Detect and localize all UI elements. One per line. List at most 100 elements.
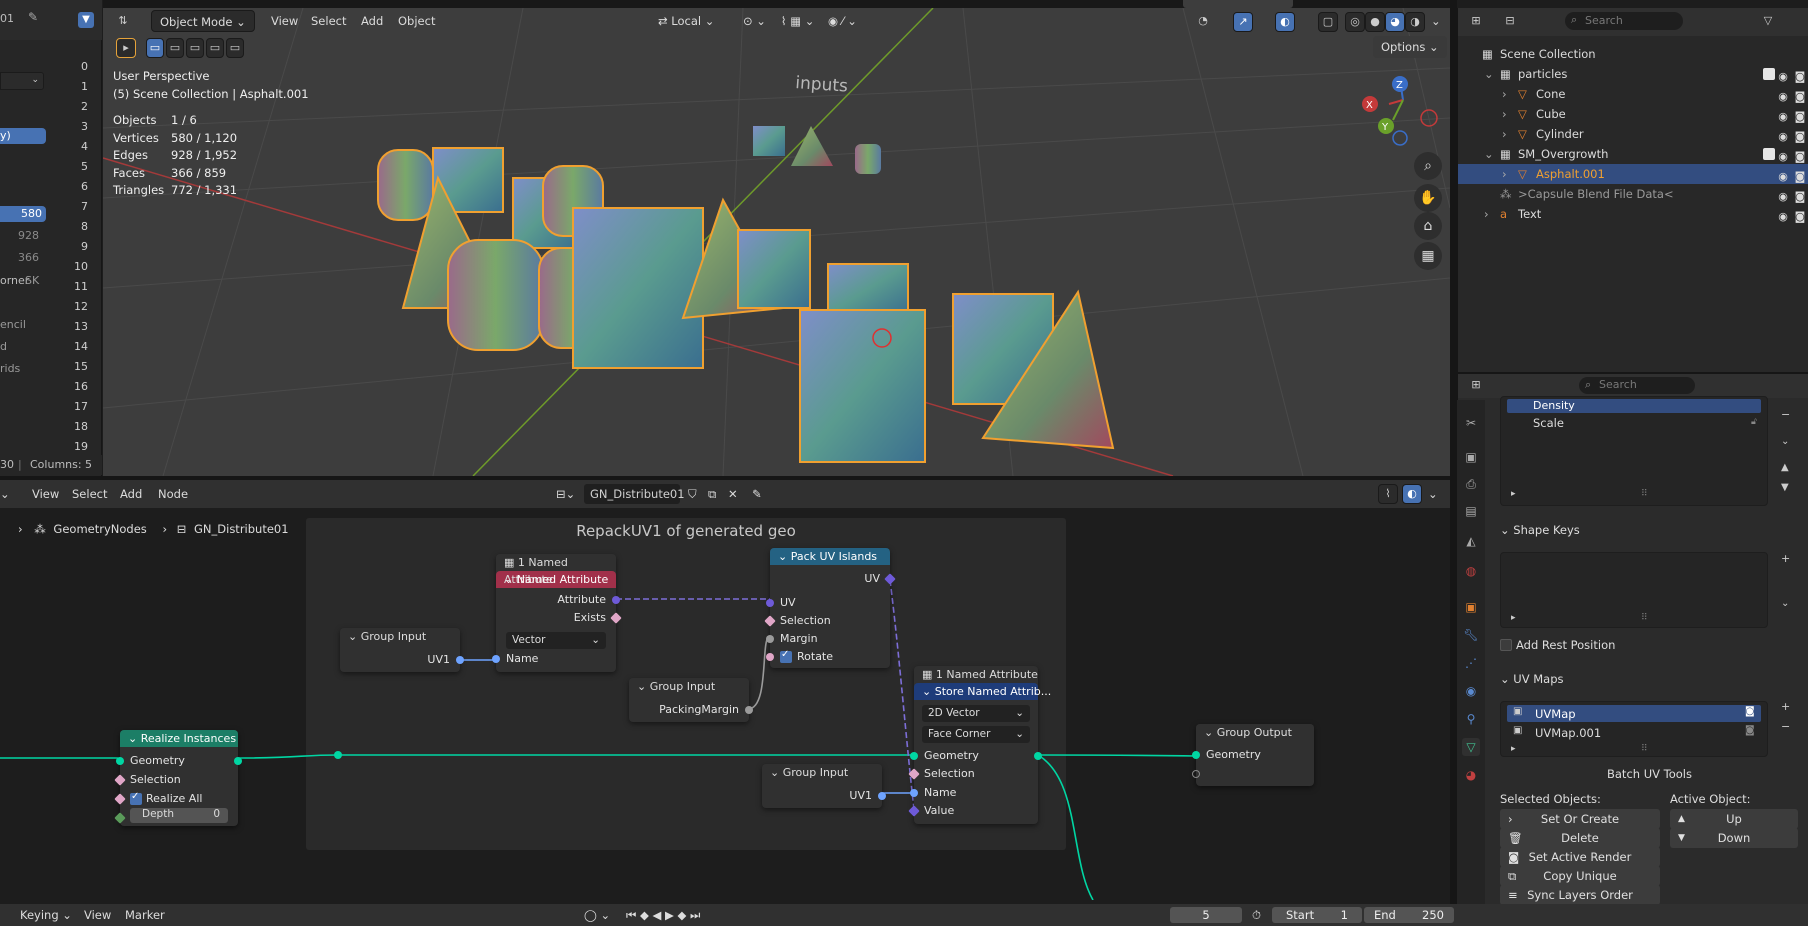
world-tab-icon[interactable]: ◍ — [1462, 562, 1480, 580]
material-shading-icon[interactable]: ◕ — [1385, 12, 1405, 32]
group-output-node[interactable]: ⌄ Group Output Geometry — [1192, 724, 1314, 786]
vg-menu-icon[interactable]: ⌄ — [1781, 436, 1789, 447]
scene-tab-icon[interactable]: ◭ — [1462, 532, 1480, 550]
expand-icon[interactable]: ▸ — [1511, 489, 1516, 499]
camera-icon[interactable]: ⌂ — [1414, 212, 1442, 240]
eye-icon[interactable]: ◉ — [1776, 187, 1790, 203]
expand-icon[interactable]: ▸ — [1511, 613, 1516, 623]
menu-select[interactable]: Select — [311, 11, 346, 31]
snap-icon[interactable]: ⌇ ▦ ⌄ — [781, 11, 814, 31]
store-named-attribute-node[interactable]: ▦ 1 Named Attribute ⌄ Store Named Attrib… — [908, 666, 1051, 824]
down-button[interactable]: ▼ Down — [1670, 828, 1798, 848]
move-down-icon[interactable]: ▼ — [1781, 482, 1789, 493]
playback-controls[interactable]: ⏮ ◆ ◀ ▶ ◆ ⏭ — [626, 907, 700, 923]
expand-chevron-icon[interactable]: › — [1502, 84, 1507, 104]
selected-item[interactable]: y) — [0, 128, 46, 144]
start-frame-field[interactable]: Start 1 — [1272, 907, 1362, 923]
uv1-output-socket[interactable] — [878, 792, 886, 800]
select-tool-icon[interactable]: ▸ — [116, 38, 136, 58]
camera-icon[interactable]: ◙ — [1793, 127, 1807, 143]
outliner-item[interactable]: › ▽ Cylinder ◉ ◙ — [1458, 124, 1808, 144]
uv-input-socket[interactable] — [766, 599, 774, 607]
move-up-icon[interactable]: ▲ — [1781, 462, 1789, 473]
proportional-icon[interactable]: ◉ ⁄ ⌄ — [828, 11, 857, 31]
remove-uv-map-icon[interactable]: − — [1781, 720, 1790, 733]
geometry-output-socket[interactable] — [234, 757, 242, 765]
geometry-input-socket[interactable] — [1192, 751, 1200, 759]
unlink-icon[interactable]: ✕ — [728, 484, 738, 504]
margin-input-socket[interactable] — [766, 635, 774, 643]
pivot-icon[interactable]: ⊙ ⌄ — [743, 11, 766, 31]
properties-search[interactable]: ⌕ Search — [1579, 377, 1695, 394]
wireframe-shading-icon[interactable]: ◎ — [1345, 12, 1365, 32]
select-subtract-icon[interactable]: ▭ — [186, 38, 204, 58]
outliner-item[interactable]: › ▽ Asphalt.001 ◉ ◙ — [1458, 164, 1808, 184]
node-header[interactable]: ⌄ Store Named Attrib... — [914, 683, 1051, 700]
geometry-input-socket[interactable] — [116, 757, 124, 765]
outliner-search[interactable]: ⌕ Search — [1565, 12, 1683, 30]
xray-icon[interactable]: ▢ — [1318, 12, 1338, 32]
zoom-icon[interactable]: ⌕ — [1414, 152, 1442, 180]
ne-menu-view[interactable]: View — [32, 484, 59, 504]
properties-editor-icon[interactable]: ⊞ — [1466, 376, 1486, 396]
shading-dropdown-icon[interactable]: ⌄ — [1431, 11, 1441, 31]
resize-handle[interactable]: ⠿ — [1641, 489, 1648, 499]
geometry-input-socket[interactable] — [910, 752, 918, 760]
outliner-item[interactable]: › ▽ Cone ◉ ◙ — [1458, 84, 1808, 104]
group-input-node[interactable]: ⌄ Group Input UV1 — [340, 628, 464, 672]
filter-icon[interactable]: ▽ — [1758, 12, 1778, 32]
select-new-icon[interactable]: ▭ — [146, 38, 164, 58]
outliner-item[interactable]: ⌄ ▦ particles ◉ ◙ — [1458, 64, 1808, 84]
outliner-editor-icon[interactable]: ⊞ — [1466, 12, 1486, 32]
camera-icon[interactable]: ◙ — [1793, 187, 1807, 203]
node-header[interactable]: ⌄ Named Attribute — [496, 571, 616, 588]
node-header[interactable]: ⌄ Group Input — [629, 678, 749, 695]
uv-map-item-2[interactable]: UVMap.001 — [1535, 726, 1601, 740]
mode-dropdown[interactable]: Object Mode ⌄ — [151, 10, 255, 32]
ne-menu-node[interactable]: Node — [158, 484, 188, 504]
camera-icon[interactable]: ◙ — [1793, 167, 1807, 183]
area-divider[interactable] — [1450, 0, 1457, 904]
uv1-output-socket[interactable] — [456, 656, 464, 664]
node-header[interactable]: ⌄ Pack UV Islands — [770, 548, 890, 565]
orientation-dropdown[interactable]: ⇄ Local ⌄ — [658, 11, 714, 31]
data-type-dropdown[interactable]: Vector ⌄ — [506, 632, 606, 649]
outliner-item[interactable]: › a Text ◉ ◙ — [1458, 204, 1808, 224]
filter-icon[interactable]: ▼ — [78, 12, 94, 28]
eye-icon[interactable]: ◉ — [1776, 87, 1790, 103]
resize-handle[interactable]: ⠿ — [1641, 744, 1648, 754]
packing-margin-output-socket[interactable] — [745, 706, 753, 714]
current-frame-field[interactable]: 5 — [1170, 907, 1242, 923]
eye-icon[interactable]: ◉ — [1776, 147, 1790, 163]
render-camera-icon[interactable]: ◙ — [1745, 725, 1755, 736]
expand-icon[interactable]: ▸ — [1511, 744, 1516, 754]
area-divider[interactable] — [0, 476, 1450, 480]
collection-checkbox[interactable] — [1763, 68, 1775, 80]
tool-tab-icon[interactable]: ✂ — [1462, 414, 1480, 432]
physics-tab-icon[interactable]: ◉ — [1462, 682, 1480, 700]
node-header[interactable]: ⌄ Group Input — [762, 764, 882, 781]
eye-icon[interactable]: ◉ — [1776, 207, 1790, 223]
overlay-icon[interactable]: ◐ — [1402, 484, 1422, 504]
pin-icon[interactable]: ✎ — [752, 484, 762, 504]
named-attribute-node[interactable]: ▦ 1 Named Attribute ⌄ Named Attribute At… — [492, 554, 622, 672]
outliner-item[interactable]: ▦ Scene Collection — [1458, 44, 1808, 64]
render-camera-icon[interactable]: ◙ — [1745, 706, 1755, 717]
data-tab-icon[interactable]: ▽ — [1462, 738, 1480, 756]
expand-chevron-icon[interactable]: ⌄ — [1484, 64, 1494, 84]
up-button[interactable]: ▲ Up — [1670, 809, 1798, 829]
pin-icon[interactable]: ✎ — [28, 10, 38, 24]
view-layer-tab-icon[interactable]: ▤ — [1462, 502, 1480, 520]
add-vertex-group-icon[interactable]: − — [1781, 408, 1790, 421]
expand-chevron-icon[interactable]: › — [1484, 204, 1489, 224]
name-input-socket[interactable] — [910, 789, 918, 797]
expand-chevron-icon[interactable]: › — [1502, 164, 1507, 184]
attribute-output-socket[interactable] — [612, 596, 620, 604]
shape-keys-title[interactable]: ⌄ Shape Keys — [1500, 523, 1580, 537]
add-shape-key-icon[interactable]: + — [1781, 552, 1790, 565]
uv-map-item-1[interactable]: ▣ UVMap ◙ — [1507, 705, 1761, 722]
area-divider[interactable] — [1457, 372, 1808, 374]
eye-icon[interactable]: ◉ — [1776, 127, 1790, 143]
uv-maps-title[interactable]: ⌄ UV Maps — [1500, 672, 1564, 686]
outliner-item[interactable]: ⁂ >Capsule Blend File Data< ◉ ◙ — [1458, 184, 1808, 204]
